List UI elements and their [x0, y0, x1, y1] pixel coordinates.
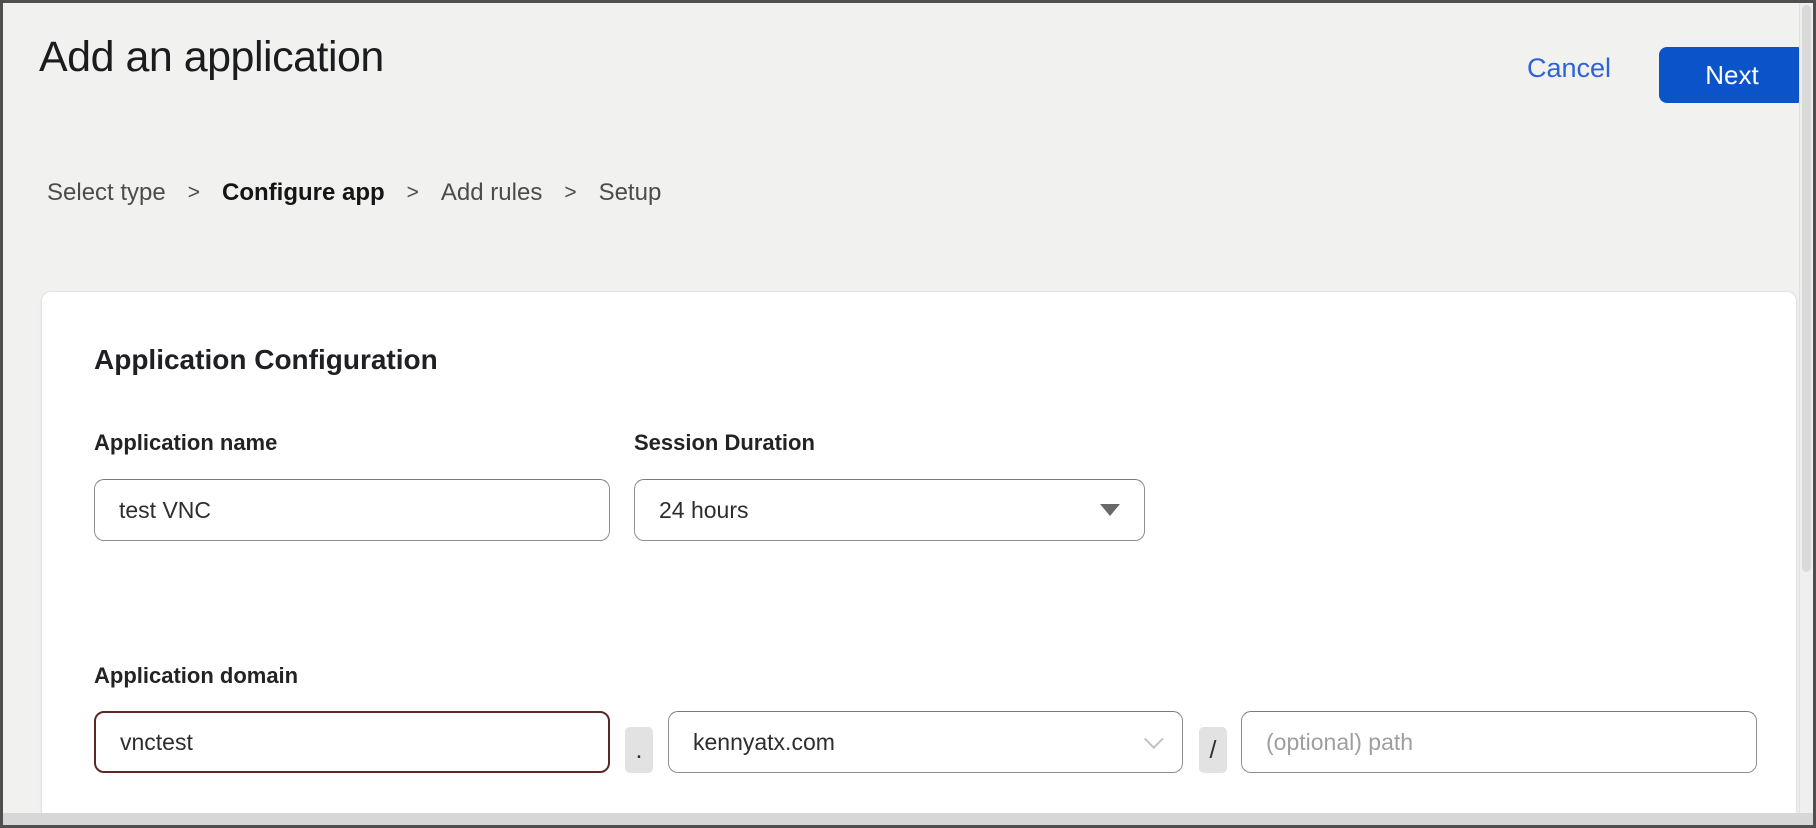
session-duration-value: 24 hours: [659, 497, 749, 524]
session-duration-label: Session Duration: [634, 430, 815, 456]
breadcrumb-separator: >: [564, 181, 576, 205]
triangle-down-icon: [1100, 504, 1120, 516]
add-application-page: { "page": { "title": "Add an application…: [0, 0, 1816, 828]
scrollbar-thumb[interactable]: [1802, 5, 1811, 572]
application-name-label: Application name: [94, 430, 277, 456]
vertical-scrollbar[interactable]: [1799, 3, 1813, 813]
breadcrumb-step-add-rules[interactable]: Add rules: [441, 179, 542, 207]
domain-select-value: kennyatx.com: [693, 729, 835, 756]
application-domain-label: Application domain: [94, 663, 298, 689]
next-button[interactable]: Next: [1659, 47, 1805, 103]
breadcrumb-step-setup[interactable]: Setup: [599, 179, 662, 207]
dot-separator: .: [625, 727, 653, 773]
subdomain-input[interactable]: [94, 711, 610, 773]
page-title: Add an application: [39, 33, 384, 82]
cancel-button[interactable]: Cancel: [1527, 53, 1611, 84]
slash-separator: /: [1199, 727, 1227, 773]
domain-select[interactable]: kennyatx.com: [668, 711, 1183, 773]
breadcrumb-step-select-type[interactable]: Select type: [47, 179, 166, 207]
section-title: Application Configuration: [94, 344, 438, 376]
path-input[interactable]: [1241, 711, 1757, 773]
window-bottom-edge: [3, 813, 1813, 825]
session-duration-select[interactable]: 24 hours: [634, 479, 1145, 541]
application-name-input[interactable]: [94, 479, 610, 541]
breadcrumb-separator: >: [407, 181, 419, 205]
application-configuration-card: Application Configuration Application na…: [41, 291, 1797, 817]
breadcrumb-separator: >: [188, 181, 200, 205]
chevron-down-icon: [1144, 729, 1164, 749]
breadcrumb-step-configure-app[interactable]: Configure app: [222, 179, 385, 207]
breadcrumb: Select type > Configure app > Add rules …: [47, 179, 661, 207]
